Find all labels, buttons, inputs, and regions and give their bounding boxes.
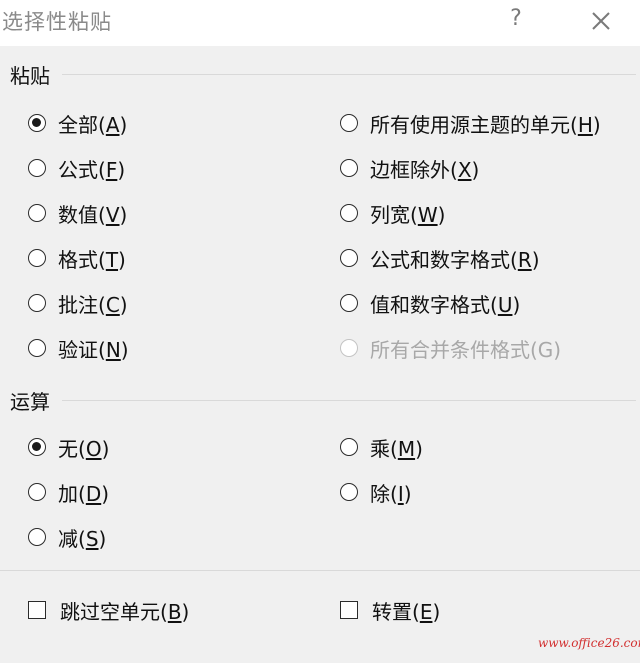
option-label: 除(I) — [370, 481, 412, 506]
radio-button[interactable] — [340, 294, 358, 312]
option-label: 公式和数字格式(R) — [370, 247, 540, 272]
option-label: 列宽(W) — [370, 202, 446, 227]
operation-group-label: 运算 — [10, 390, 50, 414]
radio-button[interactable] — [340, 483, 358, 501]
option-label: 所有使用源主题的单元(H) — [370, 112, 601, 137]
dialog-title: 选择性粘贴 — [2, 10, 112, 34]
radio-paste-all-using-source-theme[interactable]: 所有使用源主题的单元(H) — [340, 108, 601, 138]
radio-button[interactable] — [340, 438, 358, 456]
radio-paste-all[interactable]: 全部(A) — [28, 108, 127, 138]
option-label: 跳过空单元(B) — [60, 599, 190, 624]
radio-paste-column-widths[interactable]: 列宽(W) — [340, 198, 445, 228]
option-label: 无(O) — [58, 436, 110, 461]
paste-special-dialog: 选择性粘贴 ? 粘贴 全部(A) 公式(F) 数值(V) 格式(T) 批注(C)… — [0, 0, 640, 663]
checkbox-transpose[interactable]: 转置(E) — [340, 595, 440, 625]
dialog-content: 粘贴 全部(A) 公式(F) 数值(V) 格式(T) 批注(C) 验证(N) 所… — [0, 46, 640, 663]
radio-paste-validation[interactable]: 验证(N) — [28, 333, 129, 363]
option-label: 加(D) — [58, 481, 110, 506]
option-label: 边框除外(X) — [370, 157, 480, 182]
radio-button[interactable] — [28, 159, 46, 177]
option-label: 转置(E) — [372, 599, 441, 624]
radio-button[interactable] — [340, 249, 358, 267]
option-label: 验证(N) — [58, 337, 129, 362]
paste-group-divider — [62, 74, 636, 75]
radio-button[interactable] — [340, 204, 358, 222]
radio-paste-all-except-borders[interactable]: 边框除外(X) — [340, 153, 479, 183]
radio-paste-values[interactable]: 数值(V) — [28, 198, 127, 228]
checkbox[interactable] — [28, 601, 46, 619]
radio-button[interactable] — [28, 483, 46, 501]
radio-button[interactable] — [28, 528, 46, 546]
paste-group-label: 粘贴 — [10, 64, 50, 88]
radio-operation-multiply[interactable]: 乘(M) — [340, 432, 423, 462]
option-label: 批注(C) — [58, 292, 128, 317]
radio-paste-formulas-and-number-formats[interactable]: 公式和数字格式(R) — [340, 243, 540, 273]
close-button[interactable] — [586, 6, 616, 36]
option-label: 公式(F) — [58, 157, 126, 182]
radio-button[interactable] — [28, 339, 46, 357]
checkbox[interactable] — [340, 601, 358, 619]
radio-paste-all-merging-conditional-formats: 所有合并条件格式(G) — [340, 333, 561, 363]
radio-button[interactable] — [28, 249, 46, 267]
option-label: 数值(V) — [58, 202, 128, 227]
operation-group-divider — [62, 400, 636, 401]
radio-paste-comments[interactable]: 批注(C) — [28, 288, 128, 318]
radio-operation-none[interactable]: 无(O) — [28, 432, 109, 462]
radio-button[interactable] — [340, 114, 358, 132]
checkbox-skip-blanks[interactable]: 跳过空单元(B) — [28, 595, 189, 625]
title-bar: 选择性粘贴 ? — [0, 0, 640, 46]
radio-paste-values-and-number-formats[interactable]: 值和数字格式(U) — [340, 288, 520, 318]
radio-paste-formats[interactable]: 格式(T) — [28, 243, 126, 273]
help-button[interactable]: ? — [504, 4, 528, 34]
radio-button[interactable] — [28, 294, 46, 312]
option-label: 乘(M) — [370, 436, 423, 461]
radio-operation-divide[interactable]: 除(I) — [340, 477, 412, 507]
radio-button[interactable] — [28, 438, 46, 456]
close-icon — [592, 12, 610, 30]
radio-button — [340, 339, 358, 357]
option-label: 全部(A) — [58, 112, 128, 137]
options-divider — [0, 570, 640, 571]
option-label: 减(S) — [58, 526, 107, 551]
radio-operation-subtract[interactable]: 减(S) — [28, 522, 106, 552]
radio-operation-add[interactable]: 加(D) — [28, 477, 109, 507]
option-label: 格式(T) — [58, 247, 126, 272]
radio-button[interactable] — [28, 204, 46, 222]
option-label: 值和数字格式(U) — [370, 292, 521, 317]
watermark-text: www.office26.com — [538, 636, 640, 650]
radio-button[interactable] — [340, 159, 358, 177]
radio-paste-formulas[interactable]: 公式(F) — [28, 153, 125, 183]
option-label: 所有合并条件格式(G) — [370, 337, 562, 362]
radio-button[interactable] — [28, 114, 46, 132]
